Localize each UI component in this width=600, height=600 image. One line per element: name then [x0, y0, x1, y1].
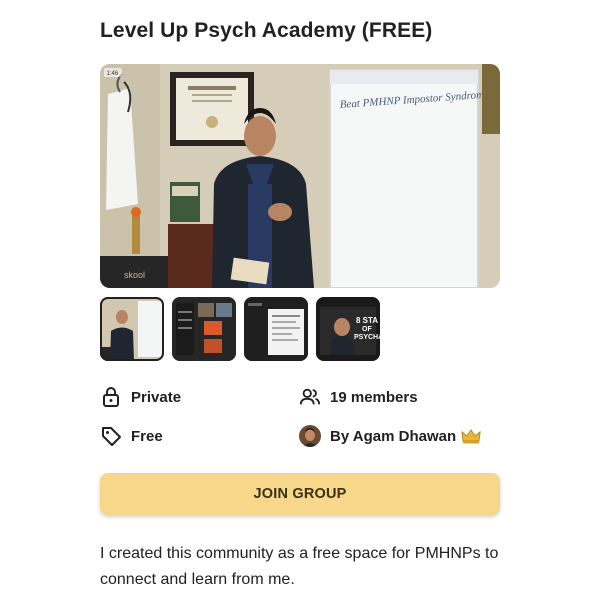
privacy-info: Private: [100, 386, 181, 408]
thumb-course-grid[interactable]: [172, 297, 236, 361]
tag-icon: [100, 425, 122, 447]
video-badge: 1:46: [107, 71, 119, 77]
crown-icon: [461, 428, 481, 444]
thumb-stages[interactable]: 8 STA OF PSYCHA: [316, 297, 380, 361]
thumb-video[interactable]: [100, 297, 164, 361]
svg-text:OF: OF: [362, 326, 372, 333]
skool-watermark: skool: [124, 270, 145, 280]
group-description: I created this community as a free space…: [100, 545, 499, 588]
privacy-label: Private: [131, 388, 182, 406]
members-info: 19 members: [299, 386, 418, 408]
members-label: 19 members: [330, 388, 418, 406]
owner-label: By Agam Dhawan: [330, 427, 457, 445]
group-title: Level Up Psych Academy (FREE): [100, 19, 433, 42]
hero-video[interactable]: skool Beat PMHNP Impostor Syndrome 1:46: [100, 64, 500, 288]
join-group-button[interactable]: JOIN GROUP: [100, 473, 500, 515]
svg-text:PSYCHA: PSYCHA: [354, 334, 380, 341]
lock-icon: [100, 386, 122, 408]
owner-info[interactable]: By Agam Dhawan: [299, 425, 481, 447]
svg-text:8 STA: 8 STA: [356, 316, 378, 325]
price-label: Free: [131, 427, 163, 445]
thumbnail-strip: 8 STA OF PSYCHA: [100, 297, 380, 361]
thumb-document[interactable]: [244, 297, 308, 361]
price-info: Free: [100, 425, 163, 447]
people-icon: [299, 386, 321, 408]
owner-avatar[interactable]: [299, 425, 321, 447]
